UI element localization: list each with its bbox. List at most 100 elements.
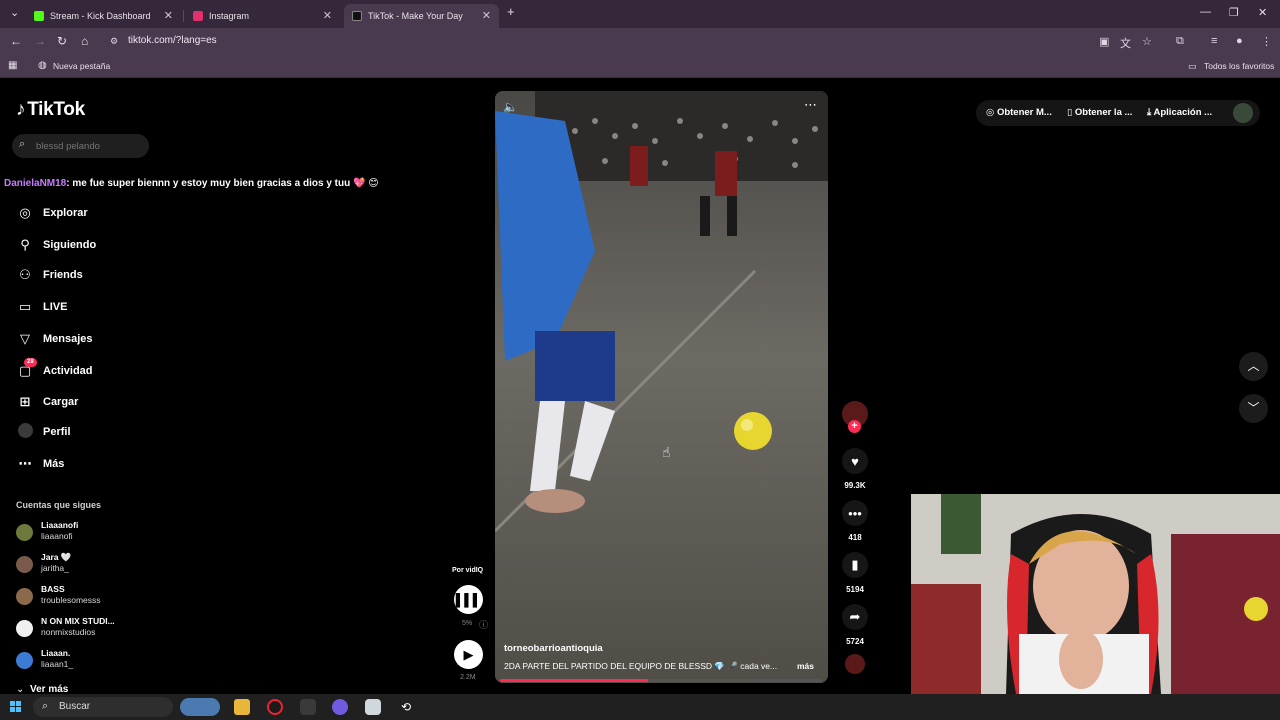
video-frame — [495, 91, 828, 683]
bookmark-icon: ▮ — [842, 552, 868, 578]
nav-actividad[interactable]: ▢ 28 Actividad — [16, 358, 93, 381]
tab-title: Instagram — [209, 11, 250, 21]
search-input[interactable] — [36, 138, 146, 154]
video-progress-bar[interactable] — [500, 679, 822, 682]
friends-icon: ⚇ — [19, 267, 31, 282]
tab-kick-dashboard[interactable]: Stream - Kick Dashboard ✕ — [26, 4, 181, 28]
bookmark-star-icon[interactable]: ☆ — [1142, 35, 1152, 48]
minimize-icon[interactable]: — — [1200, 6, 1211, 18]
follow-plus-icon[interactable]: + — [848, 420, 861, 433]
vidiq-stats-button[interactable]: ▌▌▌ — [454, 585, 483, 614]
close-tab-icon[interactable]: ✕ — [164, 9, 173, 22]
account-name: Liaaanofi — [41, 520, 79, 530]
avatar — [16, 556, 33, 573]
nav-live[interactable]: ▭ LIVE — [16, 297, 68, 317]
nav-cargar[interactable]: ⊞ Cargar — [16, 392, 79, 412]
account-handle: troublesomesss — [41, 595, 101, 605]
comment-count: 418 — [848, 533, 862, 542]
back-icon[interactable]: ← — [10, 34, 22, 48]
nav-label: Actividad — [43, 365, 93, 377]
user-follow-icon: ⚲ — [20, 237, 30, 252]
capcut-icon[interactable]: ⟲ — [398, 699, 414, 715]
video-author[interactable]: torneobarrioantioquia — [504, 643, 603, 654]
description-more-link[interactable]: más — [797, 661, 814, 671]
profile-icon[interactable]: ● — [1236, 35, 1243, 47]
upload-icon: ⊞ — [19, 394, 31, 409]
nav-siguiendo[interactable]: ⚲ Siguiendo — [16, 235, 96, 255]
tab-instagram[interactable]: Instagram ✕ — [185, 4, 340, 28]
phone-icon: ▯ — [1067, 107, 1073, 118]
site-info-icon[interactable]: ⚙ — [110, 36, 118, 47]
bookmark-new-tab[interactable]: Nueva pestaña — [53, 61, 110, 71]
previous-video-button[interactable]: ︿ — [1239, 352, 1268, 381]
desktop-app-button[interactable]: ⤓ Aplicación ... — [1147, 107, 1212, 118]
nav-perfil[interactable]: Perfil — [16, 422, 71, 442]
bookmark-all-favorites[interactable]: Todos los favoritos — [1204, 61, 1274, 71]
video-options-icon[interactable]: ⋯ — [804, 97, 817, 113]
omnibox[interactable] — [104, 31, 1134, 53]
close-window-icon[interactable]: ✕ — [1258, 6, 1267, 19]
tab-search-icon[interactable]: ⌄ — [10, 6, 19, 19]
nav-label: LIVE — [43, 301, 68, 313]
file-explorer-icon[interactable] — [234, 699, 250, 715]
windows-start-icon[interactable] — [10, 701, 22, 713]
avatar — [16, 588, 33, 605]
nav-friends[interactable]: ⚇ Friends — [16, 265, 83, 285]
tiktok-logo[interactable]: ♪ TikTok — [16, 99, 85, 121]
obs-icon[interactable] — [267, 699, 283, 715]
new-tab-plus-icon[interactable]: + — [507, 4, 515, 19]
avatar — [16, 524, 33, 541]
play-button[interactable]: ▶ — [454, 640, 483, 669]
nav-label: Siguiendo — [43, 239, 97, 251]
volume-icon[interactable]: 🔈 — [503, 100, 518, 114]
account-handle: liaaan1_ — [41, 659, 74, 669]
nav-mas[interactable]: ⋯ Más — [16, 454, 65, 474]
chat-username: DanielaNM18 — [4, 178, 67, 189]
translate-icon[interactable]: 文 — [1120, 35, 1131, 51]
music-disc-button[interactable] — [841, 654, 869, 674]
chrome-icon[interactable] — [300, 699, 316, 715]
get-app-button[interactable]: ▯ Obtener la ... — [1067, 107, 1132, 118]
info-icon[interactable]: ⓘ — [479, 618, 488, 631]
nav-explorar[interactable]: ◎ Explorar — [16, 203, 87, 223]
like-button[interactable]: ♥ 99.3K — [841, 448, 869, 490]
nav-mensajes[interactable]: ▽ Mensajes — [16, 329, 93, 349]
next-video-button[interactable]: ﹀ — [1239, 394, 1268, 423]
taskbar-search[interactable]: ⌕ Buscar — [33, 697, 173, 717]
close-tab-icon[interactable]: ✕ — [323, 9, 332, 22]
close-tab-icon[interactable]: ✕ — [482, 9, 491, 22]
reload-icon[interactable]: ↻ — [57, 34, 67, 48]
pill-label: Obtener M... — [996, 107, 1052, 118]
forward-icon[interactable]: → — [34, 34, 46, 48]
tiktok-note-icon: ♪ — [16, 99, 26, 120]
widgets-icon[interactable] — [180, 698, 220, 716]
kick-favicon-icon — [34, 11, 44, 21]
share-button[interactable]: ➦ 5724 — [841, 604, 869, 646]
video-player[interactable] — [495, 91, 828, 683]
play-icon: ▶ — [463, 646, 474, 662]
following-title: Cuentas que sigues — [16, 500, 102, 510]
install-app-icon[interactable]: ▣ — [1099, 35, 1109, 48]
search-bar[interactable]: ⌕ — [12, 134, 149, 158]
user-avatar[interactable] — [1233, 103, 1253, 123]
app-icon[interactable] — [365, 699, 381, 715]
url-text[interactable]: tiktok.com/?lang=es — [128, 35, 217, 46]
save-button[interactable]: ▮ 5194 — [841, 552, 869, 594]
nav-label: Mensajes — [43, 333, 93, 345]
taskbar-search-label: Buscar — [59, 701, 91, 712]
media-icon[interactable]: ≡ — [1211, 35, 1217, 47]
apps-grid-icon[interactable]: ▦ — [8, 60, 17, 71]
menu-kebab-icon[interactable]: ⋮ — [1261, 35, 1272, 48]
home-icon[interactable]: ⌂ — [81, 34, 88, 48]
comment-button[interactable]: ••• 418 — [841, 500, 869, 542]
vidiq-percent: 5% — [462, 620, 473, 627]
activity-badge: 28 — [24, 358, 37, 367]
extensions-icon[interactable]: ⧉ — [1176, 35, 1184, 48]
view-count: 2.2M — [460, 674, 476, 681]
pill-label: Aplicación ... — [1153, 107, 1213, 118]
nav-label: Friends — [43, 269, 83, 281]
tab-tiktok[interactable]: TikTok - Make Your Day ✕ — [344, 4, 499, 28]
restore-icon[interactable]: ❐ — [1229, 6, 1239, 19]
discord-icon[interactable] — [332, 699, 348, 715]
get-coins-button[interactable]: ◎ Obtener M... — [986, 107, 1052, 118]
